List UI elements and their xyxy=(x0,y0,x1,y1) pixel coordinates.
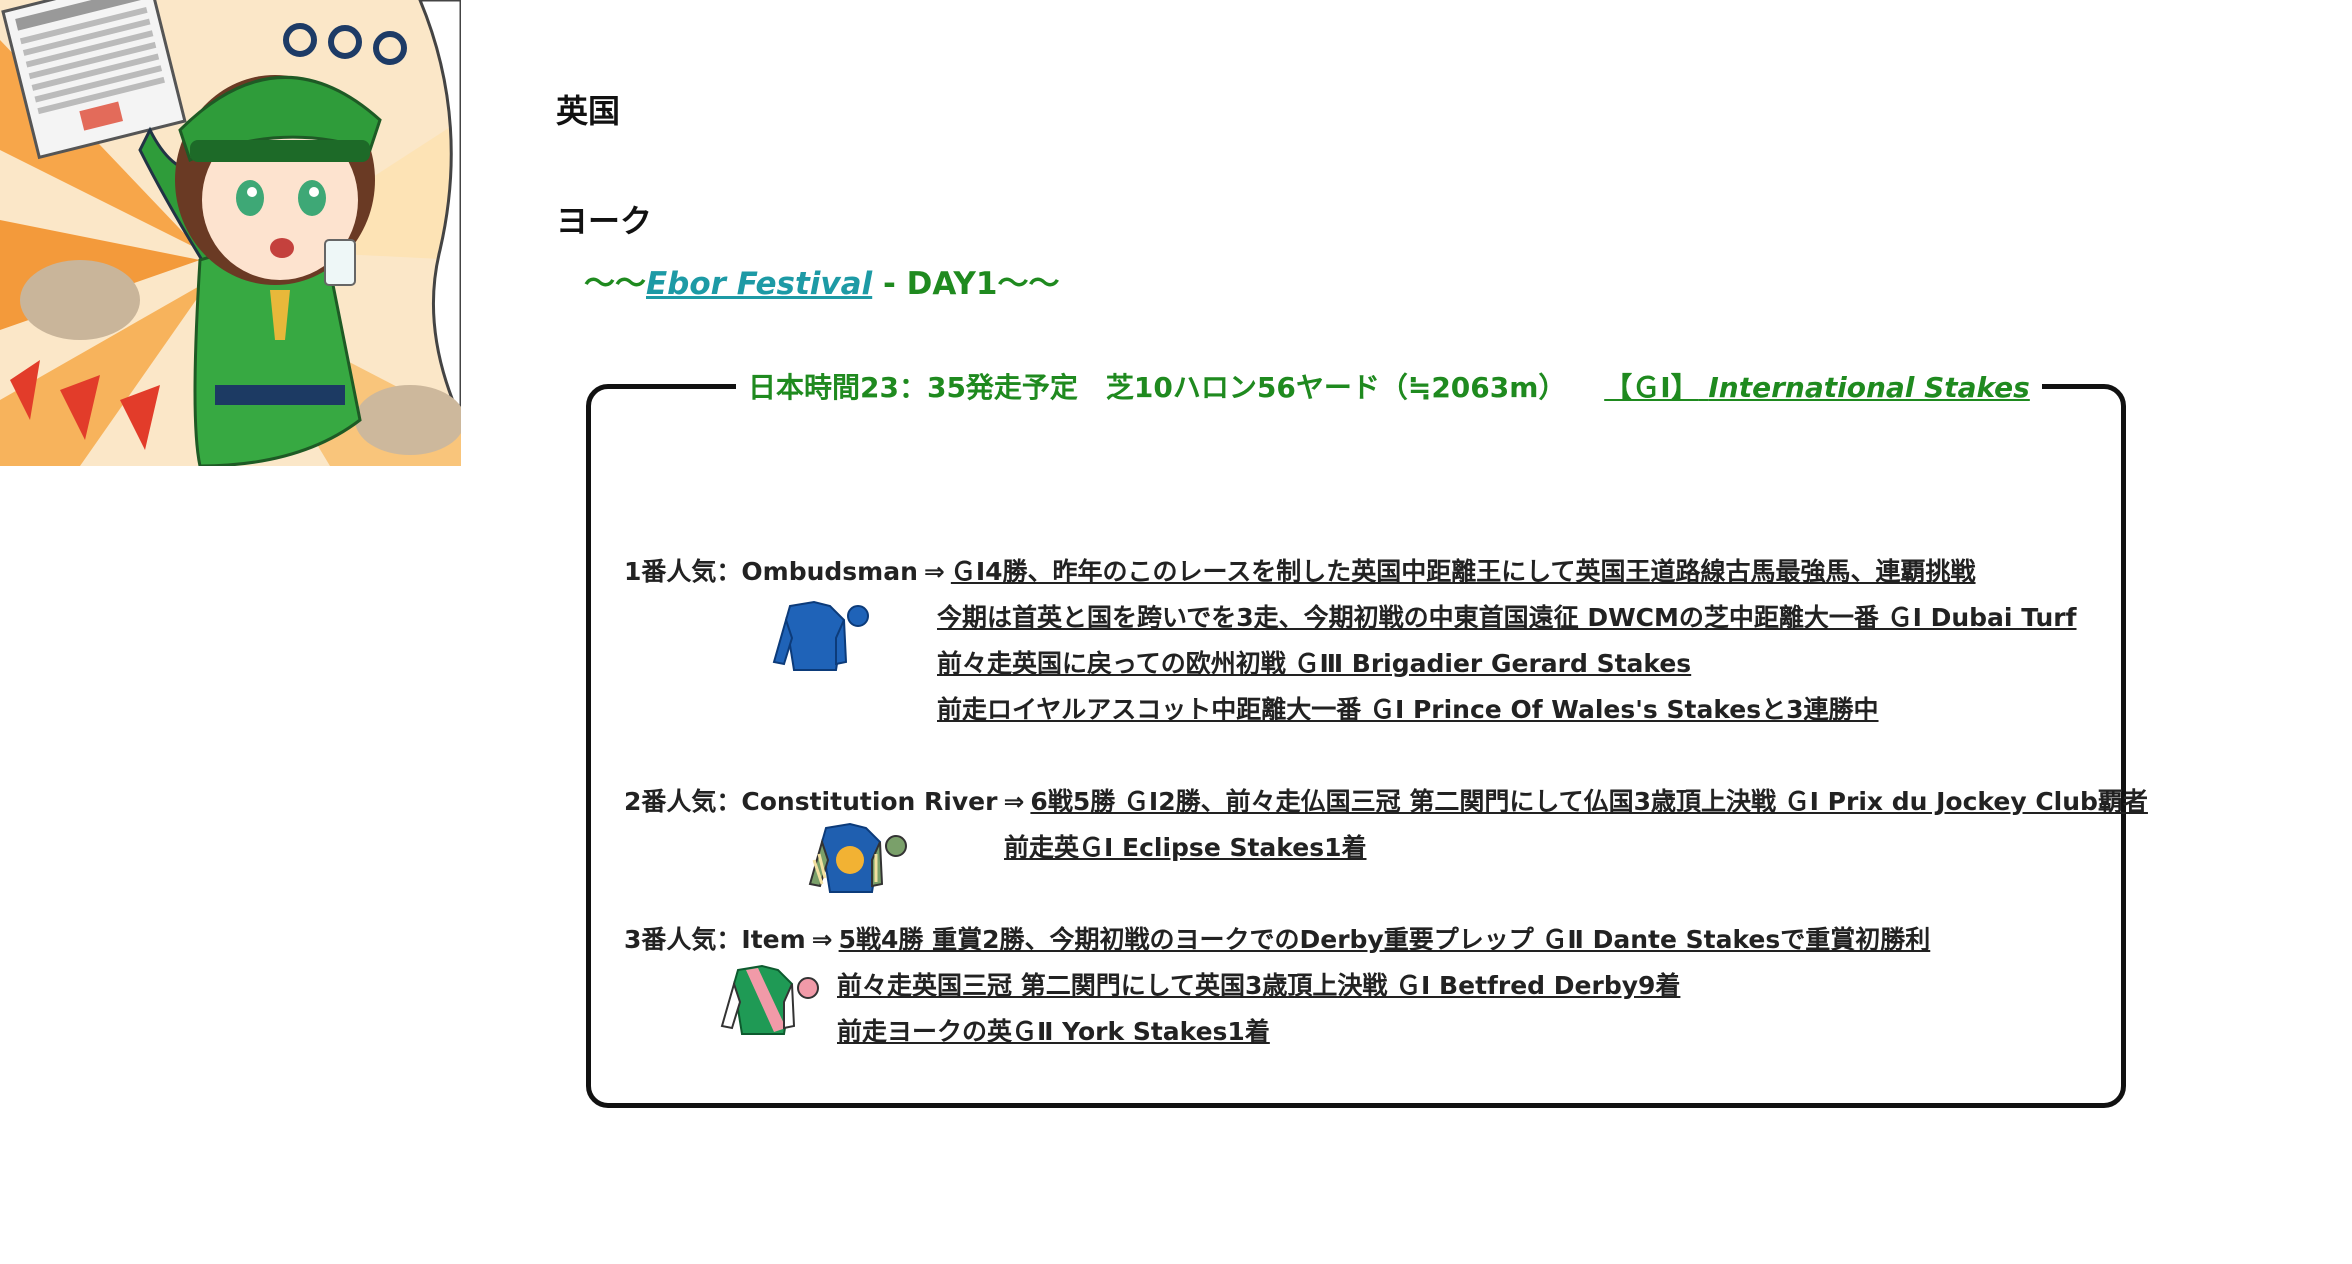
mascot-jockey-girl-image xyxy=(0,0,461,466)
runner-2-note-2[interactable]: 前走英ＧⅠ Eclipse Stakes1着 xyxy=(1004,833,1367,862)
runner-1-line-2: 今期は首英と国を跨いでを3走、今期初戦の中東首国遠征 DWCMの芝中距離大一番 … xyxy=(937,598,2077,634)
runner-2-line-2: 前走英ＧⅠ Eclipse Stakes1着 xyxy=(1004,828,1367,864)
runner-3-note-2[interactable]: 前々走英国三冠 第二関門にして英国3歳頂上決戦 ＧⅠ Betfred Derby… xyxy=(837,971,1680,1000)
meeting-prefix: 〜〜 xyxy=(584,266,646,302)
arrow-icon: ⇒ xyxy=(923,557,945,586)
meeting-day: DAY1〜〜 xyxy=(906,266,1060,302)
blue-yellow-disc-silk-icon xyxy=(808,822,907,893)
race-name: International Stakes xyxy=(1708,371,2030,404)
mascot-illustration xyxy=(0,0,461,466)
runner-1-line-4: 前走ロイヤルアスコット中距離大一番 ＧⅠ Prince Of Wales's S… xyxy=(937,690,1879,726)
runner-3-line-2: 前々走英国三冠 第二関門にして英国3歳頂上決戦 ＧⅠ Betfred Derby… xyxy=(837,966,1680,1002)
runner-2-note-1[interactable]: 6戦5勝 ＧⅠ2勝、前々走仏国三冠 第二関門にして仏国3歳頂上決戦 ＧⅠ Pri… xyxy=(1030,787,2148,816)
runner-1-note-4[interactable]: 前走ロイヤルアスコット中距離大一番 ＧⅠ Prince Of Wales's S… xyxy=(937,695,1879,724)
runner-1-note-2[interactable]: 今期は首英と国を跨いでを3走、今期初戦の中東首国遠征 DWCMの芝中距離大一番 … xyxy=(937,603,2077,632)
green-pink-sash-silk-icon xyxy=(720,964,819,1035)
race-grade: 【ＧⅠ】 xyxy=(1604,371,1699,404)
arrow-icon: ⇒ xyxy=(1003,787,1025,816)
country-heading: 英国 xyxy=(556,92,621,130)
runner-1-note-3[interactable]: 前々走英国に戻っての欧州初戦 ＧⅢ Brigadier Gerard Stake… xyxy=(937,649,1691,678)
runner-rank-label: 3番人気：Item xyxy=(624,925,806,954)
runner-3-row: 3番人気：Item ⇒ 5戦4勝 重賞2勝、今期初戦のヨークでのDerby重要プレッ… xyxy=(624,920,1930,956)
arrow-icon: ⇒ xyxy=(811,925,833,954)
runner-1-line-3: 前々走英国に戻っての欧州初戦 ＧⅢ Brigadier Gerard Stake… xyxy=(937,644,1691,680)
runner-3-note-3[interactable]: 前走ヨークの英ＧⅡ York Stakes1着 xyxy=(837,1017,1270,1046)
runner-1-row: 1番人気：Ombudsman ⇒ ＧⅠ4勝、昨年のこのレースを制した英国中距離王にし… xyxy=(624,552,1976,588)
runner-3-note-1[interactable]: 5戦4勝 重賞2勝、今期初戦のヨークでのDerby重要プレップ ＧⅡ Dante… xyxy=(839,925,1931,954)
runner-rank-label: 1番人気：Ombudsman xyxy=(624,557,918,586)
meeting-title: 〜〜Ebor Festival - DAY1〜〜 xyxy=(584,258,1059,303)
race-name-link[interactable]: 【ＧⅠ】 International Stakes xyxy=(1604,371,2030,404)
race-post-time-info: 日本時間23：35発走予定 芝10ハロン56ヤード（≒2063m） xyxy=(748,371,1567,404)
runner-3-line-3: 前走ヨークの英ＧⅡ York Stakes1着 xyxy=(837,1012,1270,1048)
race-header: 日本時間23：35発走予定 芝10ハロン56ヤード（≒2063m） 【ＧⅠ】 I… xyxy=(736,366,2042,406)
blue-jacket-silk-icon xyxy=(772,600,869,671)
ebor-festival-link[interactable]: Ebor Festival xyxy=(646,266,872,302)
runner-rank-label: 2番人気：Constitution River xyxy=(624,787,998,816)
runner-1-note-1[interactable]: ＧⅠ4勝、昨年のこのレースを制した英国中距離王にして英国王道路線古馬最強馬、連覇… xyxy=(951,557,1976,586)
meeting-separator: - xyxy=(883,266,896,302)
runner-2-row: 2番人気：Constitution River ⇒ 6戦5勝 ＧⅠ2勝、前々走仏国三… xyxy=(624,782,2148,818)
track-heading: ヨーク xyxy=(556,202,653,240)
